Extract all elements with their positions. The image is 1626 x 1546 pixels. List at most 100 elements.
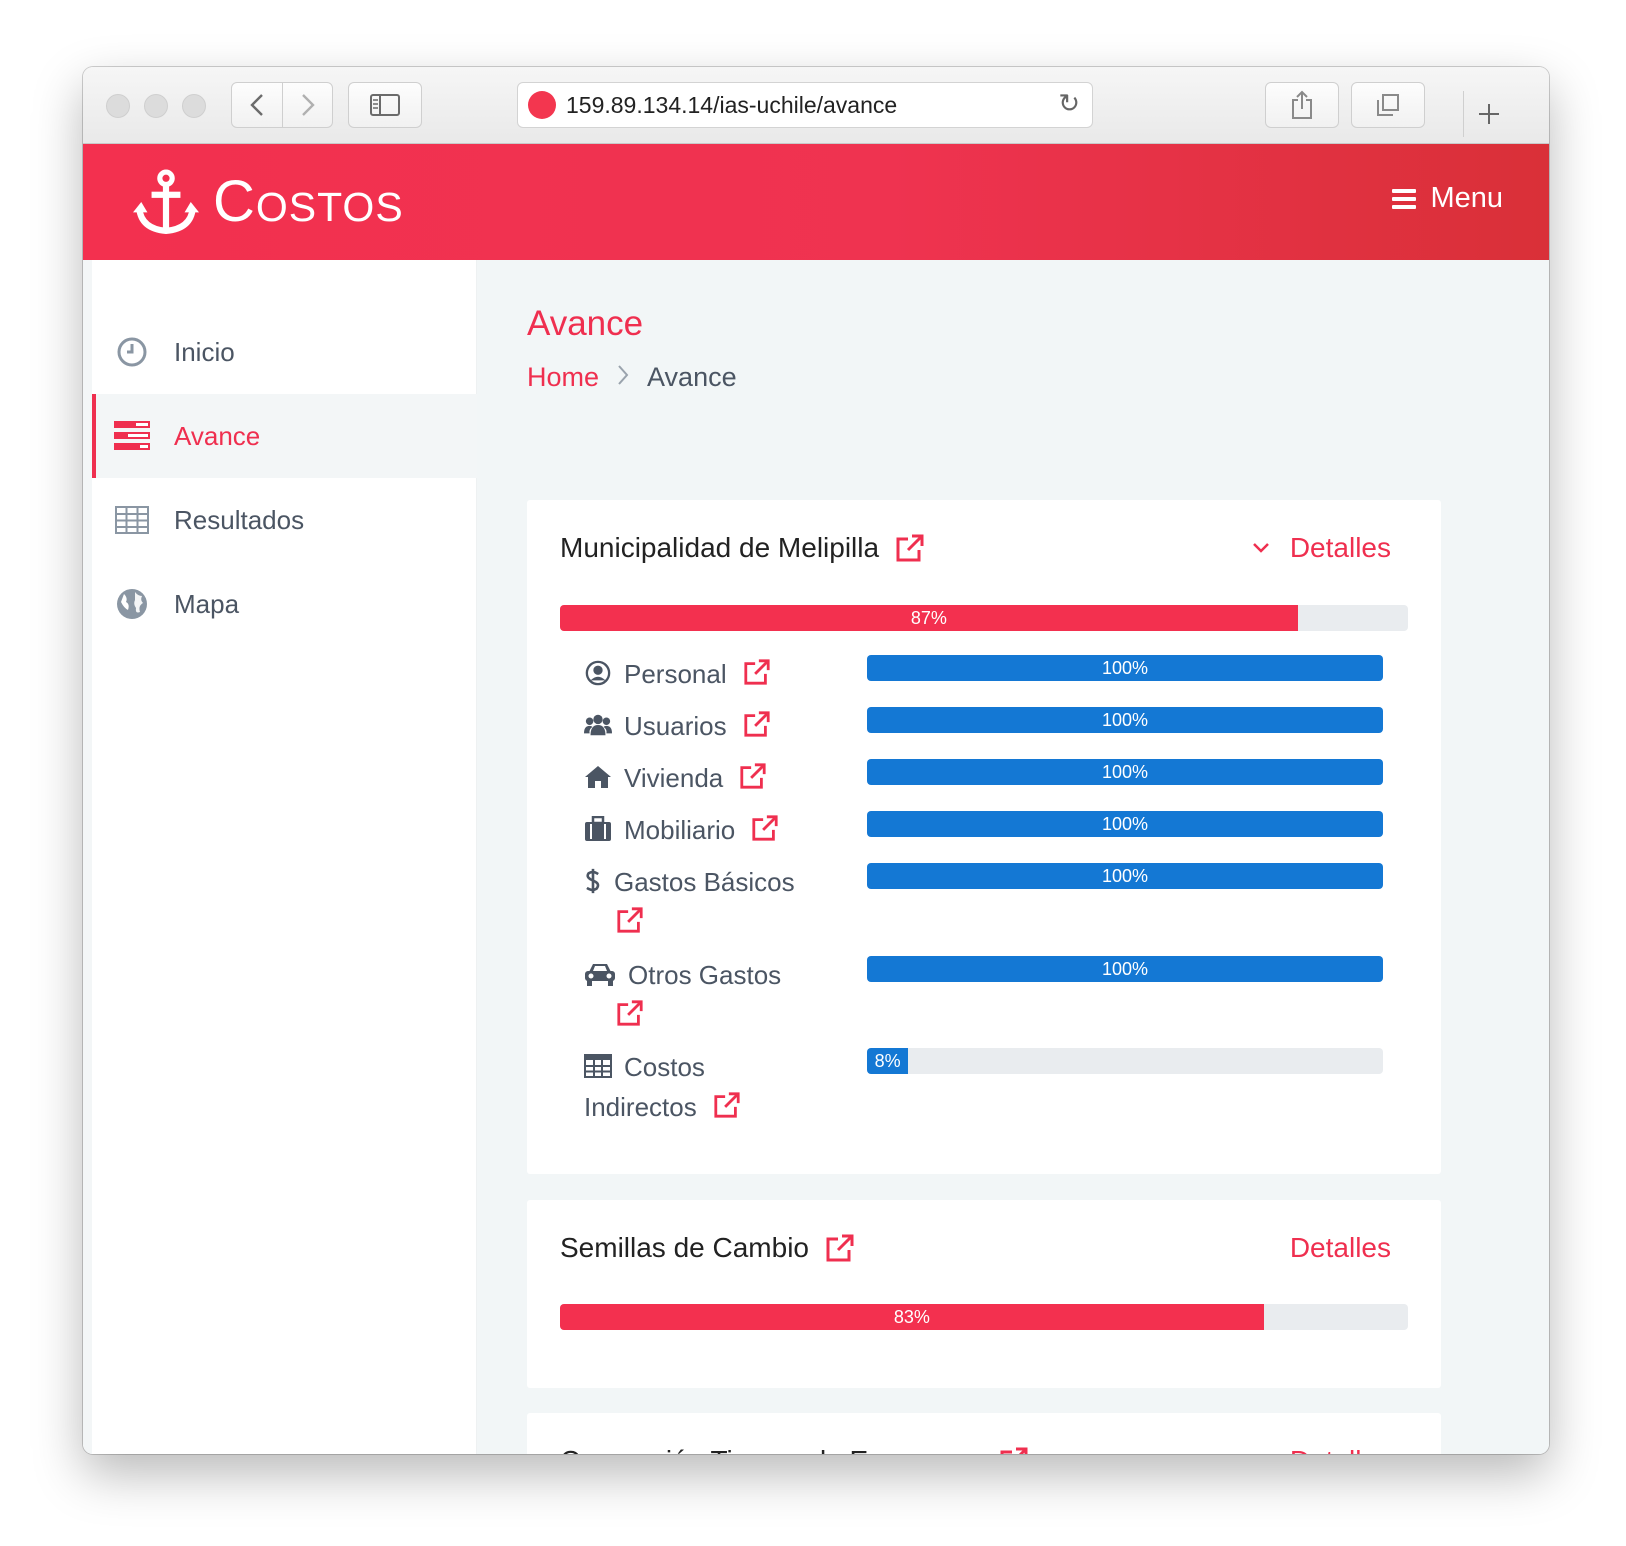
tabs-overview-button[interactable] xyxy=(1351,82,1425,128)
browser-toolbar: 159.89.134.14/ias-uchile/avance ↻ xyxy=(83,67,1549,144)
details-toggle[interactable]: Detalles xyxy=(1252,532,1391,564)
tabs-icon xyxy=(1377,94,1399,116)
site-favicon xyxy=(528,91,556,119)
org-card-title: Coperación Tiempo de Esperanza xyxy=(560,1445,1029,1454)
share-icon xyxy=(1292,90,1312,119)
category-progress-fill: 100% xyxy=(867,655,1383,681)
forward-button[interactable] xyxy=(282,83,332,127)
sidebar: Inicio Avance Resultados Mapa xyxy=(83,260,477,1454)
menu-button[interactable]: Menu xyxy=(1392,182,1503,215)
app-header: Costos Menu xyxy=(83,144,1549,260)
category-progress-fill: 100% xyxy=(867,707,1383,733)
car-icon xyxy=(585,964,615,986)
details-label: Detalles xyxy=(1289,532,1391,563)
external-link-icon[interactable] xyxy=(999,1446,1029,1454)
sidebar-item-inicio[interactable]: Inicio xyxy=(92,310,477,394)
category-label: Personal xyxy=(624,659,727,689)
main-content: Avance Home Avance Municipalidad de Meli… xyxy=(477,260,1549,1454)
external-link-icon[interactable] xyxy=(713,1091,741,1119)
sidebar-icon xyxy=(370,94,400,116)
users-icon xyxy=(584,714,612,736)
category-label: Mobiliario xyxy=(624,815,736,845)
dollar-icon xyxy=(586,868,600,894)
sidebar-item-label: Mapa xyxy=(174,588,240,619)
org-progress-bar: 87% xyxy=(560,605,1408,631)
category-progress-fill: 100% xyxy=(867,863,1383,889)
category-usuarios: Usuarios xyxy=(584,706,834,746)
category-progress-fill: 8% xyxy=(867,1048,909,1074)
category-progress-bar: 8% xyxy=(867,1048,1383,1074)
category-progress-bar: 100% xyxy=(867,956,1383,982)
breadcrumb-home-link[interactable]: Home xyxy=(527,362,599,393)
details-toggle[interactable]: Detalles xyxy=(1290,1445,1391,1454)
zoom-window-button[interactable] xyxy=(182,94,206,118)
chevron-right-icon xyxy=(301,94,315,116)
external-link-icon[interactable] xyxy=(825,1233,855,1263)
category-progress-fill: 100% xyxy=(867,759,1383,785)
category-progress-bar: 100% xyxy=(867,811,1383,837)
external-link-icon[interactable] xyxy=(751,814,779,842)
reload-icon[interactable]: ↻ xyxy=(1058,89,1080,119)
org-progress-fill: 83% xyxy=(560,1304,1264,1330)
home-icon xyxy=(585,766,611,788)
hamburger-icon xyxy=(1392,188,1417,209)
org-card: Semillas de Cambio Detalles 83% xyxy=(527,1200,1441,1388)
org-card-title: Municipalidad de Melipilla xyxy=(560,532,925,564)
external-link-icon[interactable] xyxy=(743,710,771,738)
chevron-right-icon xyxy=(617,364,629,392)
category-progress-fill: 100% xyxy=(867,811,1383,837)
sidebar-toggle-button[interactable] xyxy=(348,82,422,128)
breadcrumb: Home Avance xyxy=(527,362,737,393)
brand-name: Costos xyxy=(213,169,404,234)
menu-label: Menu xyxy=(1430,182,1503,214)
org-name: Municipalidad de Melipilla xyxy=(560,532,880,563)
page-title: Avance xyxy=(527,304,644,343)
sidebar-item-label: Avance xyxy=(174,420,261,451)
tasks-icon xyxy=(114,418,150,454)
clock-icon xyxy=(114,334,150,370)
sidebar-item-resultados[interactable]: Resultados xyxy=(92,478,477,562)
category-progress-bar: 100% xyxy=(867,759,1383,785)
globe-icon xyxy=(114,586,150,622)
external-link-icon[interactable] xyxy=(616,999,644,1027)
category-progress-bar: 100% xyxy=(867,707,1383,733)
category-costos-indirectos: Costos Indirectos xyxy=(584,1047,784,1127)
back-button[interactable] xyxy=(232,83,282,127)
category-vivienda: Vivienda xyxy=(584,758,834,798)
details-toggle[interactable]: Detalles xyxy=(1290,1232,1391,1264)
org-card: Municipalidad de Melipilla Detalles 87% … xyxy=(527,500,1441,1174)
category-label: Usuarios xyxy=(624,711,727,741)
history-nav xyxy=(231,82,333,128)
category-gastos-basicos: Gastos Básicos xyxy=(584,862,834,942)
new-tab-button[interactable] xyxy=(1463,91,1513,137)
category-label: Otros Gastos xyxy=(628,960,782,990)
category-mobiliario: Mobiliario xyxy=(584,810,834,850)
details-label: Detalles xyxy=(1290,1445,1391,1454)
url-text: 159.89.134.14/ias-uchile/avance xyxy=(566,91,898,118)
category-progress-bar: 100% xyxy=(867,863,1383,889)
sidebar-item-label: Resultados xyxy=(174,504,305,535)
share-button[interactable] xyxy=(1265,82,1339,128)
external-link-icon[interactable] xyxy=(895,533,925,563)
external-link-icon[interactable] xyxy=(743,658,771,686)
anchor-icon xyxy=(133,169,199,234)
external-link-icon[interactable] xyxy=(739,762,767,790)
org-card-title: Semillas de Cambio xyxy=(560,1232,855,1264)
close-window-button[interactable] xyxy=(106,94,130,118)
org-card: Coperación Tiempo de Esperanza Detalles xyxy=(527,1413,1441,1454)
user-circle-icon xyxy=(585,660,611,686)
breadcrumb-current: Avance xyxy=(647,362,737,392)
details-label: Detalles xyxy=(1289,1232,1391,1263)
browser-window: 159.89.134.14/ias-uchile/avance ↻ Costos xyxy=(83,67,1549,1454)
org-progress-bar: 83% xyxy=(560,1304,1408,1330)
address-bar[interactable]: 159.89.134.14/ias-uchile/avance ↻ xyxy=(517,82,1093,128)
table-icon xyxy=(584,1054,612,1078)
brand[interactable]: Costos xyxy=(133,168,404,235)
category-label: Vivienda xyxy=(624,763,724,793)
minimize-window-button[interactable] xyxy=(144,94,168,118)
plus-icon xyxy=(1478,104,1499,124)
external-link-icon[interactable] xyxy=(616,906,644,934)
sidebar-item-avance[interactable]: Avance xyxy=(92,394,477,478)
org-name: Semillas de Cambio xyxy=(560,1232,809,1263)
sidebar-item-mapa[interactable]: Mapa xyxy=(92,562,477,646)
